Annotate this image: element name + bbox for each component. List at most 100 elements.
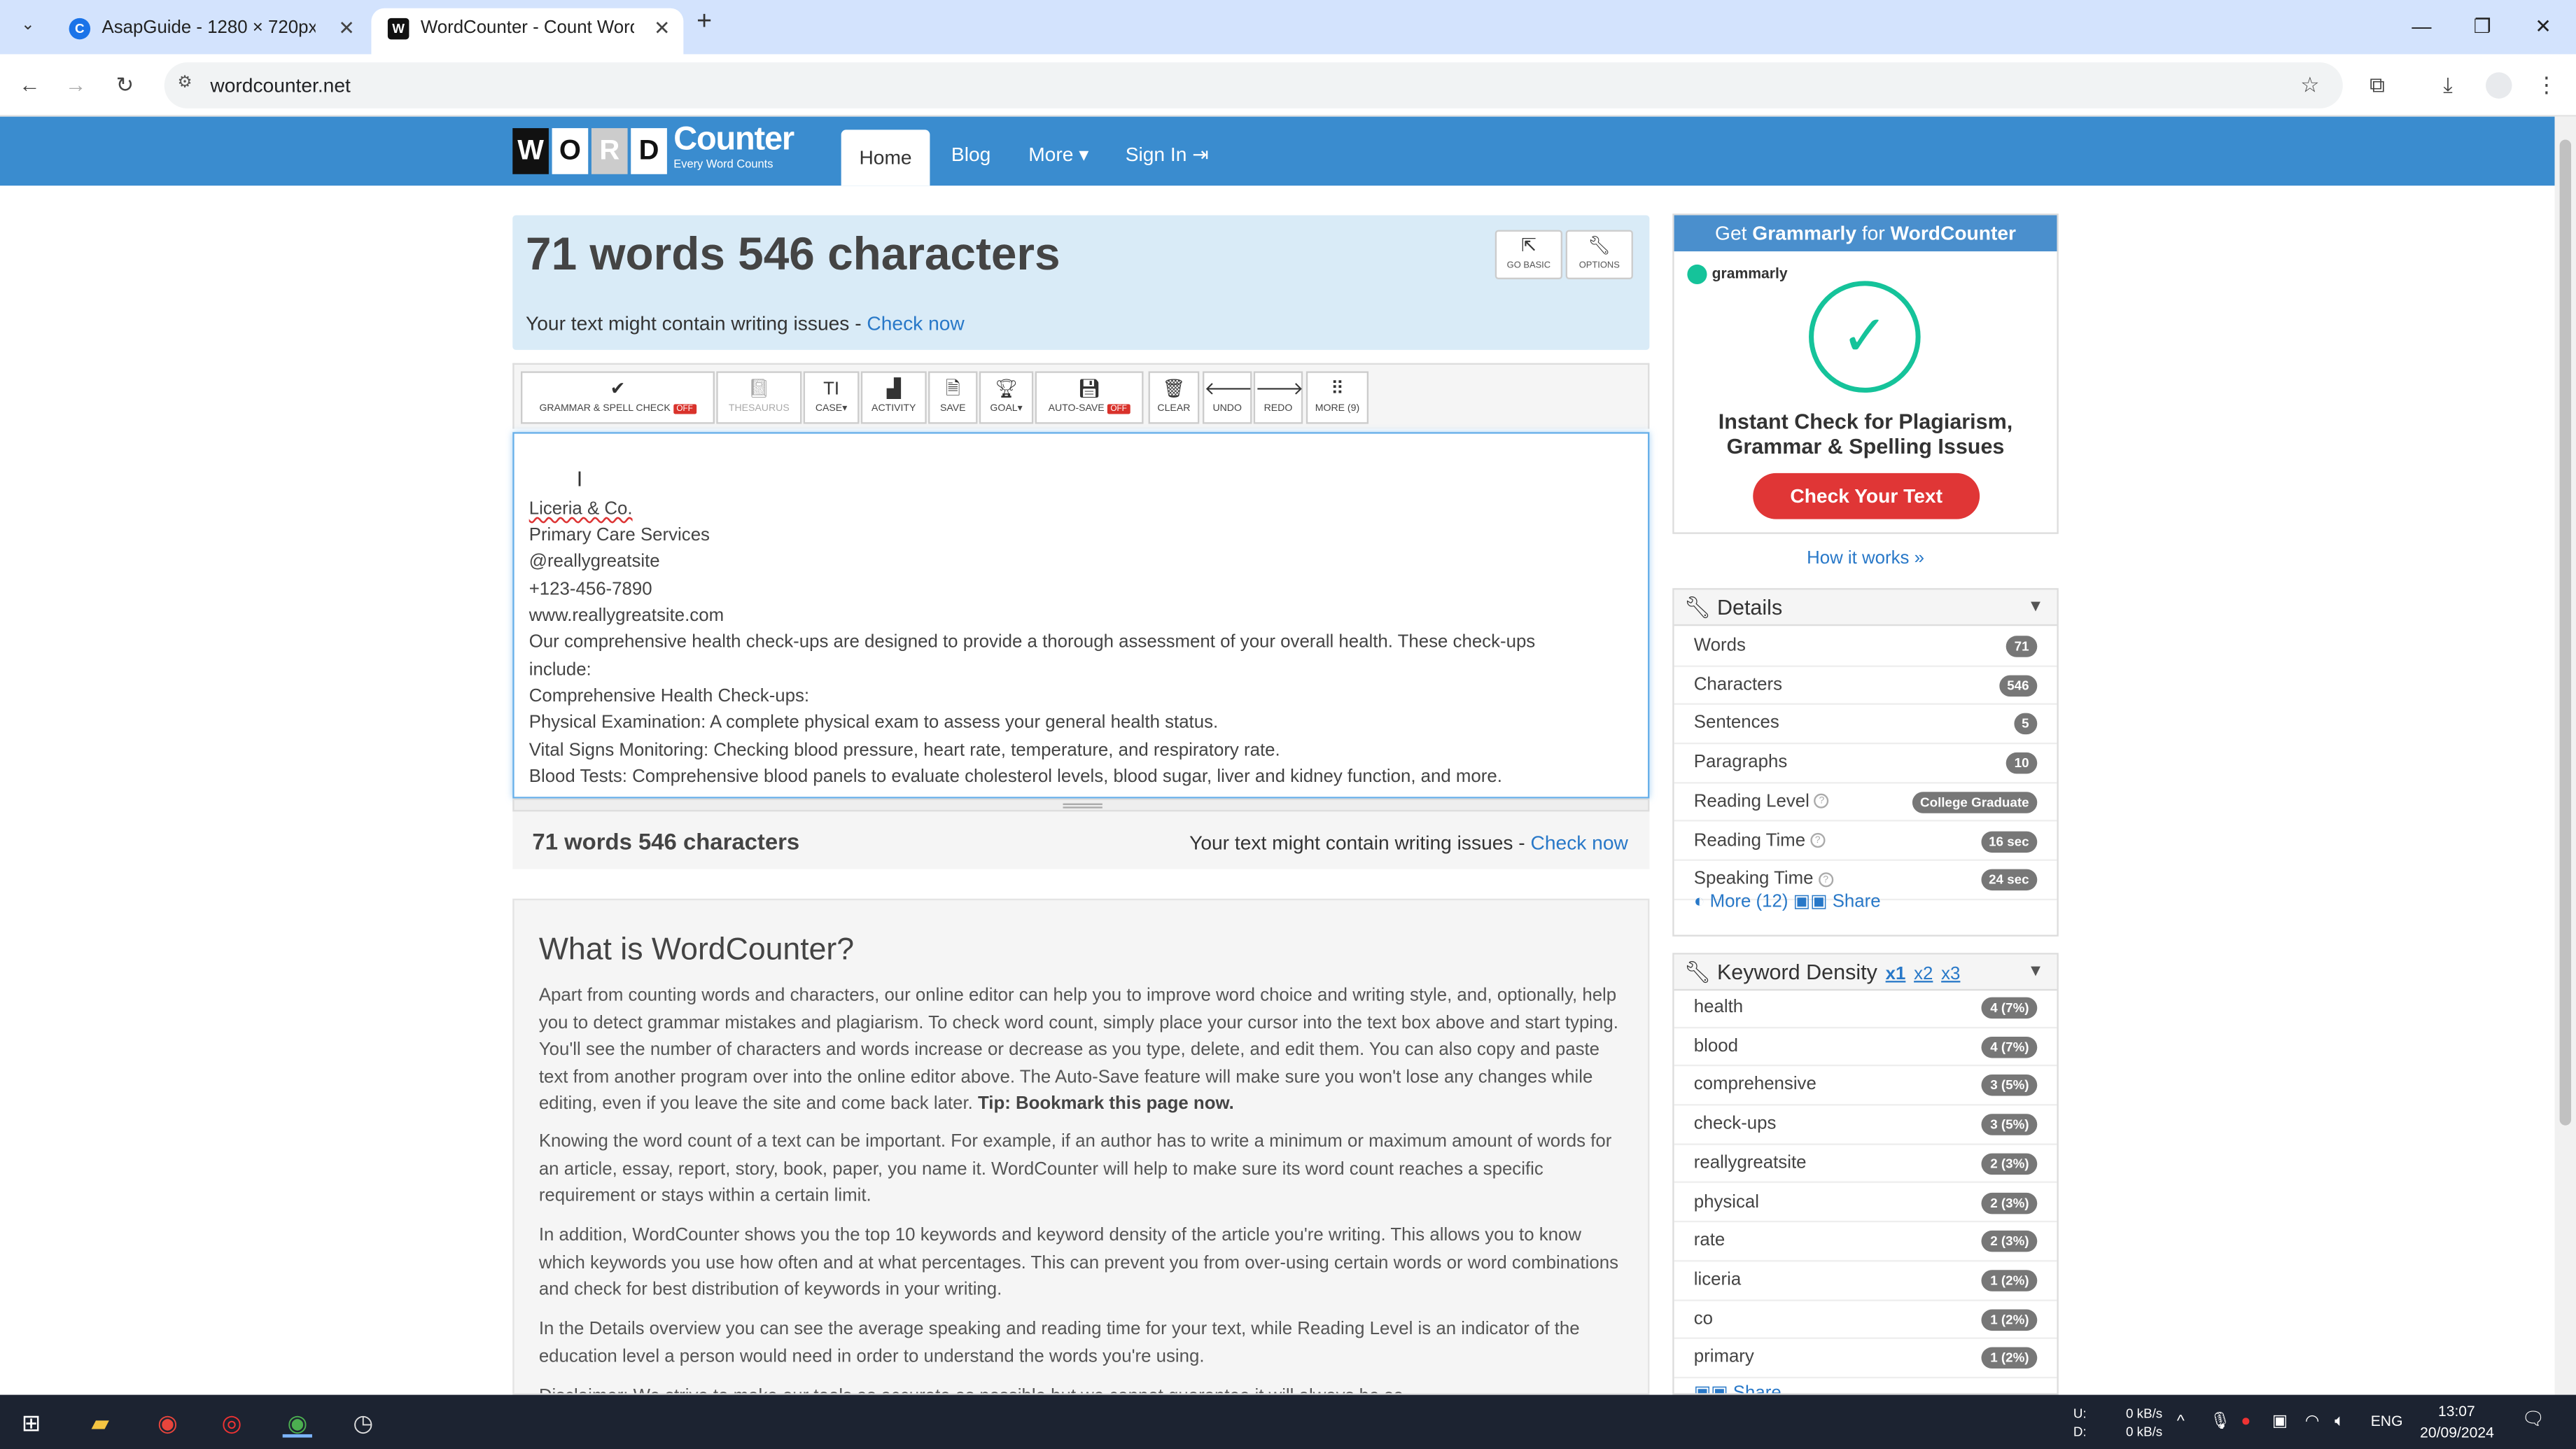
keyword-count-badge: 2 (3%) (1982, 1231, 2038, 1252)
details-value-badge: 16 sec (1980, 830, 2038, 852)
undo-button[interactable]: 🡐 UNDO (1203, 371, 1253, 424)
keyword: physical (1693, 1191, 1760, 1212)
go-basic-button[interactable]: ⇱ GO BASIC (1494, 230, 1562, 279)
clock-app-icon[interactable]: ◷ (349, 1408, 378, 1437)
editor-line: Primary Care Services (528, 526, 710, 546)
keyword-density-panel: 🔧︎ Keyword Density x1 x2 x3 ▼ health 4 (7%) b… (1672, 953, 2059, 1395)
keyword: liceria (1693, 1269, 1742, 1290)
new-tab-plus-icon[interactable]: + (696, 8, 712, 38)
window-close-icon[interactable]: ✕ (2519, 6, 2568, 46)
grammar-check-button[interactable]: ✔ GRAMMAR & SPELL CHECK OFF (520, 371, 715, 424)
options-button[interactable]: 🔧︎ OPTIONS (1565, 230, 1633, 279)
goal-button[interactable]: 🏆︎ GOAL▾ (979, 371, 1034, 424)
browser-menu-icon[interactable]: ⋮ (2530, 69, 2563, 102)
how-it-works-link[interactable]: How it works » (1672, 549, 2059, 568)
help-icon[interactable]: ? (1814, 794, 1830, 809)
activity-button[interactable]: ▟ ACTIVITY (860, 371, 927, 424)
extensions-puzzle-icon[interactable]: ⧉ (2361, 69, 2394, 102)
editor-resize-handle[interactable] (512, 798, 1650, 812)
close-tab-icon[interactable]: ✕ (338, 8, 355, 48)
tab-search-chevron-icon[interactable]: ⌄ (11, 10, 44, 43)
editor-toolbar: ✔ GRAMMAR & SPELL CHECK OFF 📓︎ THESAURUS… (512, 363, 1650, 429)
site-info-icon[interactable]: ⚙ (177, 74, 192, 92)
clock-date[interactable]: 20/09/2024 (2420, 1424, 2494, 1443)
case-button[interactable]: TI CASE▾ (803, 371, 860, 424)
more-details-link[interactable]: More (12) (1710, 892, 1788, 911)
keyword-density-header[interactable]: 🔧︎ Keyword Density x1 x2 x3 ▼ (1674, 954, 2057, 991)
bottom-count-bar: 71 words 546 characters Your text might … (512, 811, 1650, 869)
language-indicator[interactable]: ENG (2371, 1413, 2403, 1431)
chrome-icon[interactable]: ◉ (153, 1408, 182, 1437)
keyword-row: primary 1 (2%) (1674, 1340, 2057, 1379)
minimize-icon[interactable]: — (2397, 6, 2446, 46)
check-now-link[interactable]: Check now (867, 312, 964, 335)
nav-blog[interactable]: Blog (951, 117, 990, 186)
clock-time[interactable]: 13:07 (2438, 1403, 2475, 1421)
density-x2-link[interactable]: x2 (1914, 965, 1933, 984)
details-header[interactable]: 🔧︎ Details ▼ (1674, 589, 2057, 626)
recorder-icon[interactable]: ◎ (217, 1408, 246, 1437)
more-tools-button[interactable]: ⠿ MORE (9) (1306, 371, 1369, 424)
density-x3-link[interactable]: x3 (1941, 965, 1960, 984)
book-icon: 📓︎ (747, 379, 771, 400)
share-link[interactable]: Share (1833, 892, 1881, 911)
clear-button[interactable]: 🗑︎ CLEAR (1148, 371, 1200, 424)
chrome-active-icon[interactable]: ◉ (282, 1408, 312, 1438)
file-explorer-icon[interactable]: ▰ (85, 1408, 115, 1437)
save-button[interactable]: 🗎 SAVE (928, 371, 978, 424)
tray-app-icon[interactable]: ▣ (2272, 1413, 2288, 1431)
trash-icon: 🗑︎ (1162, 379, 1186, 400)
clear-label: CLEAR (1157, 404, 1191, 414)
keyword-count-badge: 2 (3%) (1982, 1191, 2038, 1214)
ad-head-site: WordCounter (1890, 221, 2016, 245)
forward-arrow-icon[interactable]: → (59, 69, 92, 102)
check-your-text-button[interactable]: Check Your Text (1753, 472, 1980, 519)
twitter-icon[interactable]: ▣ (1810, 892, 1827, 911)
redo-button[interactable]: 🡒 REDO (1253, 371, 1303, 424)
autosave-label: AUTO-SAVE (1048, 404, 1105, 414)
back-arrow-icon[interactable]: ← (13, 69, 46, 102)
nav-sign-in[interactable]: Sign In ⇥ (1126, 117, 1209, 186)
keyword-share-link[interactable]: ▣▣ Share (1694, 1382, 1782, 1393)
thesaurus-button[interactable]: 📓︎ THESAURUS (716, 371, 802, 424)
logo-letter: D (631, 128, 667, 174)
reload-icon[interactable]: ↻ (108, 69, 141, 102)
help-icon[interactable]: ? (1810, 833, 1826, 848)
restore-icon[interactable]: ❐ (2458, 6, 2507, 46)
keyword: health (1693, 997, 1744, 1017)
keyword-count-badge: 3 (5%) (1982, 1074, 2038, 1097)
check-now-link[interactable]: Check now (1531, 832, 1628, 855)
scrollbar-thumb[interactable] (2559, 139, 2572, 1126)
browser-tab-wordcounter[interactable]: W WordCounter - Count Words & ✕ (371, 8, 684, 55)
record-tray-icon[interactable]: ● (2241, 1413, 2250, 1431)
nav-more[interactable]: More ▾ (1028, 117, 1088, 186)
details-title: Details (1716, 594, 1783, 620)
bookmark-star-icon[interactable]: ☆ (2293, 69, 2326, 102)
facebook-icon[interactable]: ▣ (1793, 892, 1810, 911)
microphone-icon[interactable]: 🎙︎ (2210, 1413, 2231, 1431)
ad-header[interactable]: Get Grammarly for WordCounter (1674, 215, 2057, 252)
browser-tab-asapguide[interactable]: C AsapGuide - 1280 × 720px ✕ (52, 8, 368, 55)
help-icon[interactable]: ? (1818, 872, 1833, 887)
chevron-down-icon[interactable]: ▼ (2027, 590, 2043, 626)
wifi-icon[interactable]: ◠ (2305, 1413, 2319, 1431)
profile-avatar[interactable] (2486, 72, 2512, 99)
density-x1-link[interactable]: x1 (1886, 965, 1906, 984)
close-tab-icon[interactable]: ✕ (654, 8, 671, 48)
editor-line: Our comprehensive health check-ups are d… (528, 632, 1536, 652)
chevron-down-icon[interactable]: ▼ (2027, 955, 2043, 991)
windows-start-icon[interactable]: ⊞ (16, 1408, 46, 1437)
details-row: Paragraphs 10 (1674, 744, 2057, 784)
auto-save-button[interactable]: 💾︎ AUTO-SAVE OFF (1035, 371, 1144, 424)
tray-chevron-icon[interactable]: ^ (2177, 1413, 2185, 1431)
notifications-icon[interactable]: 🗨︎ (2522, 1410, 2545, 1429)
grammarly-ad: Get Grammarly for WordCounter grammarly … (1672, 214, 2059, 534)
page-scrollbar[interactable] (2554, 116, 2576, 1395)
text-editor[interactable]: I Liceria & Co. Primary Care Services @r… (512, 432, 1650, 799)
download-icon[interactable]: ⤓ (2432, 69, 2465, 102)
wordcounter-logo[interactable]: W O R D Counter Every Word Counts (512, 122, 794, 174)
about-paragraph: In addition, WordCounter shows you the t… (538, 1225, 1618, 1300)
nav-home[interactable]: Home (841, 130, 930, 186)
volume-icon[interactable]: 🔈︎ (2334, 1413, 2344, 1431)
address-bar[interactable]: ⚙ wordcounter.net (164, 62, 2343, 108)
